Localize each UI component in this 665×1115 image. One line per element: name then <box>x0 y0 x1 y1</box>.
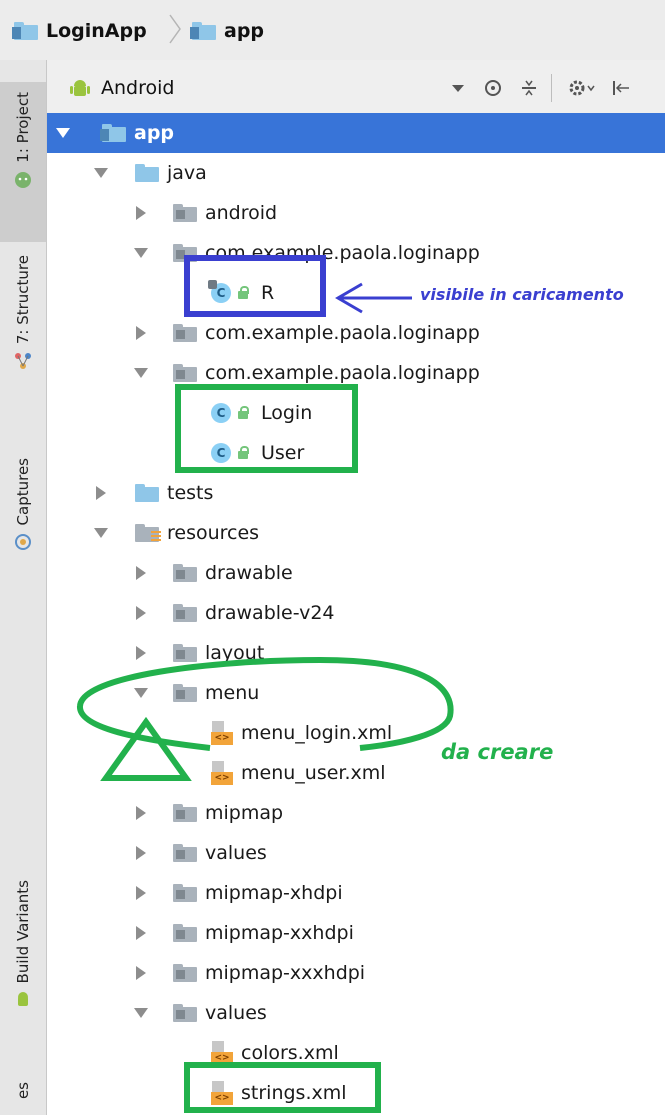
annotation-note-create: da creare <box>441 740 554 764</box>
highlight-box-green <box>175 384 358 473</box>
loop-arrow-icon <box>77 656 454 781</box>
annotation-layer <box>77 255 454 1113</box>
annotation-note-visible: visibile in caricamento <box>420 285 624 304</box>
arrow-left-icon <box>335 282 412 314</box>
highlight-box-blue <box>184 255 326 317</box>
highlight-box-green <box>184 1062 381 1113</box>
